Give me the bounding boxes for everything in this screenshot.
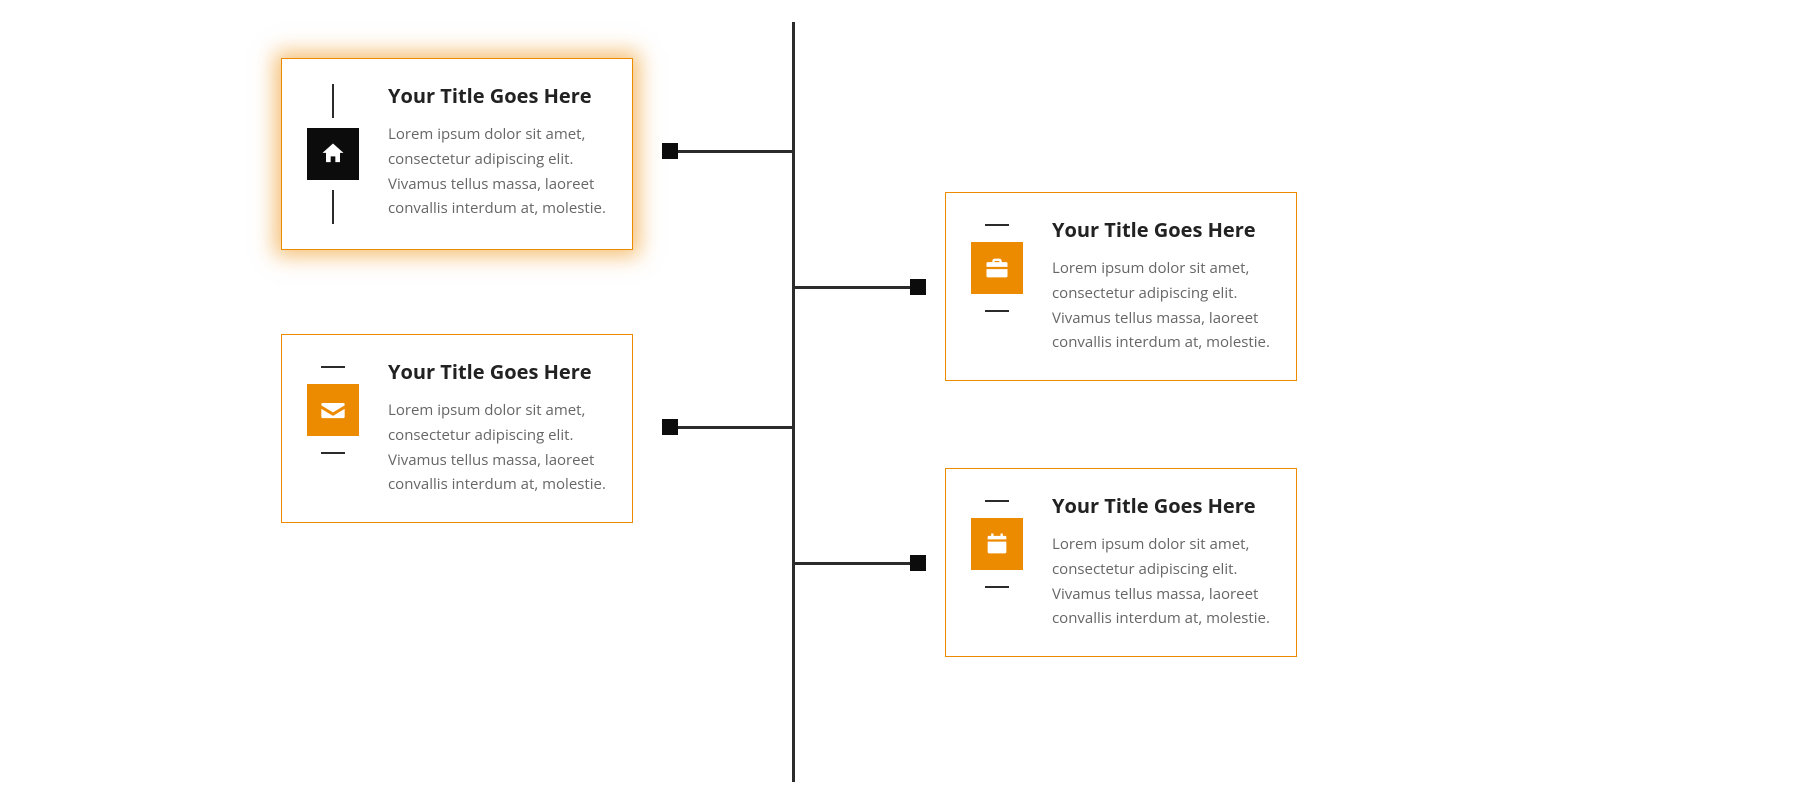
timeline-card-body: Lorem ipsum dolor sit amet, consectetur … [1052,256,1272,355]
timeline-card-body: Lorem ipsum dolor sit amet, consectetur … [388,122,608,221]
timeline-node [662,419,678,435]
timeline-connector [670,150,793,153]
hrule-icon [985,310,1009,312]
timeline-card-title: Your Title Goes Here [1052,218,1272,242]
hrule-icon [321,366,345,368]
timeline-center-line [792,22,795,782]
hrule-icon [321,452,345,454]
timeline-card-title: Your Title Goes Here [388,360,608,384]
calendar-icon [971,518,1023,570]
vrule-icon [332,190,334,224]
timeline-connector [793,562,913,565]
timeline-card-body: Lorem ipsum dolor sit amet, consectetur … [388,398,608,497]
home-icon [307,128,359,180]
timeline-icon-col [306,84,360,224]
timeline-node [910,279,926,295]
hrule-icon [985,586,1009,588]
timeline-node [662,143,678,159]
vrule-icon [332,84,334,118]
timeline-stage: Your Title Goes Here Lorem ipsum dolor s… [0,0,1800,811]
timeline-card-2[interactable]: Your Title Goes Here Lorem ipsum dolor s… [945,192,1297,381]
timeline-card-4[interactable]: Your Title Goes Here Lorem ipsum dolor s… [945,468,1297,657]
briefcase-icon [971,242,1023,294]
hrule-icon [985,500,1009,502]
timeline-card-title: Your Title Goes Here [388,84,608,108]
hrule-icon [985,224,1009,226]
timeline-icon-col [306,360,360,460]
timeline-card-body: Lorem ipsum dolor sit amet, consectetur … [1052,532,1272,631]
timeline-icon-col [970,218,1024,318]
envelope-icon [307,384,359,436]
timeline-card-1[interactable]: Your Title Goes Here Lorem ipsum dolor s… [281,58,633,250]
timeline-card-3[interactable]: Your Title Goes Here Lorem ipsum dolor s… [281,334,633,523]
timeline-connector [793,286,913,289]
timeline-connector [670,426,793,429]
timeline-node [910,555,926,571]
timeline-card-title: Your Title Goes Here [1052,494,1272,518]
timeline-icon-col [970,494,1024,594]
